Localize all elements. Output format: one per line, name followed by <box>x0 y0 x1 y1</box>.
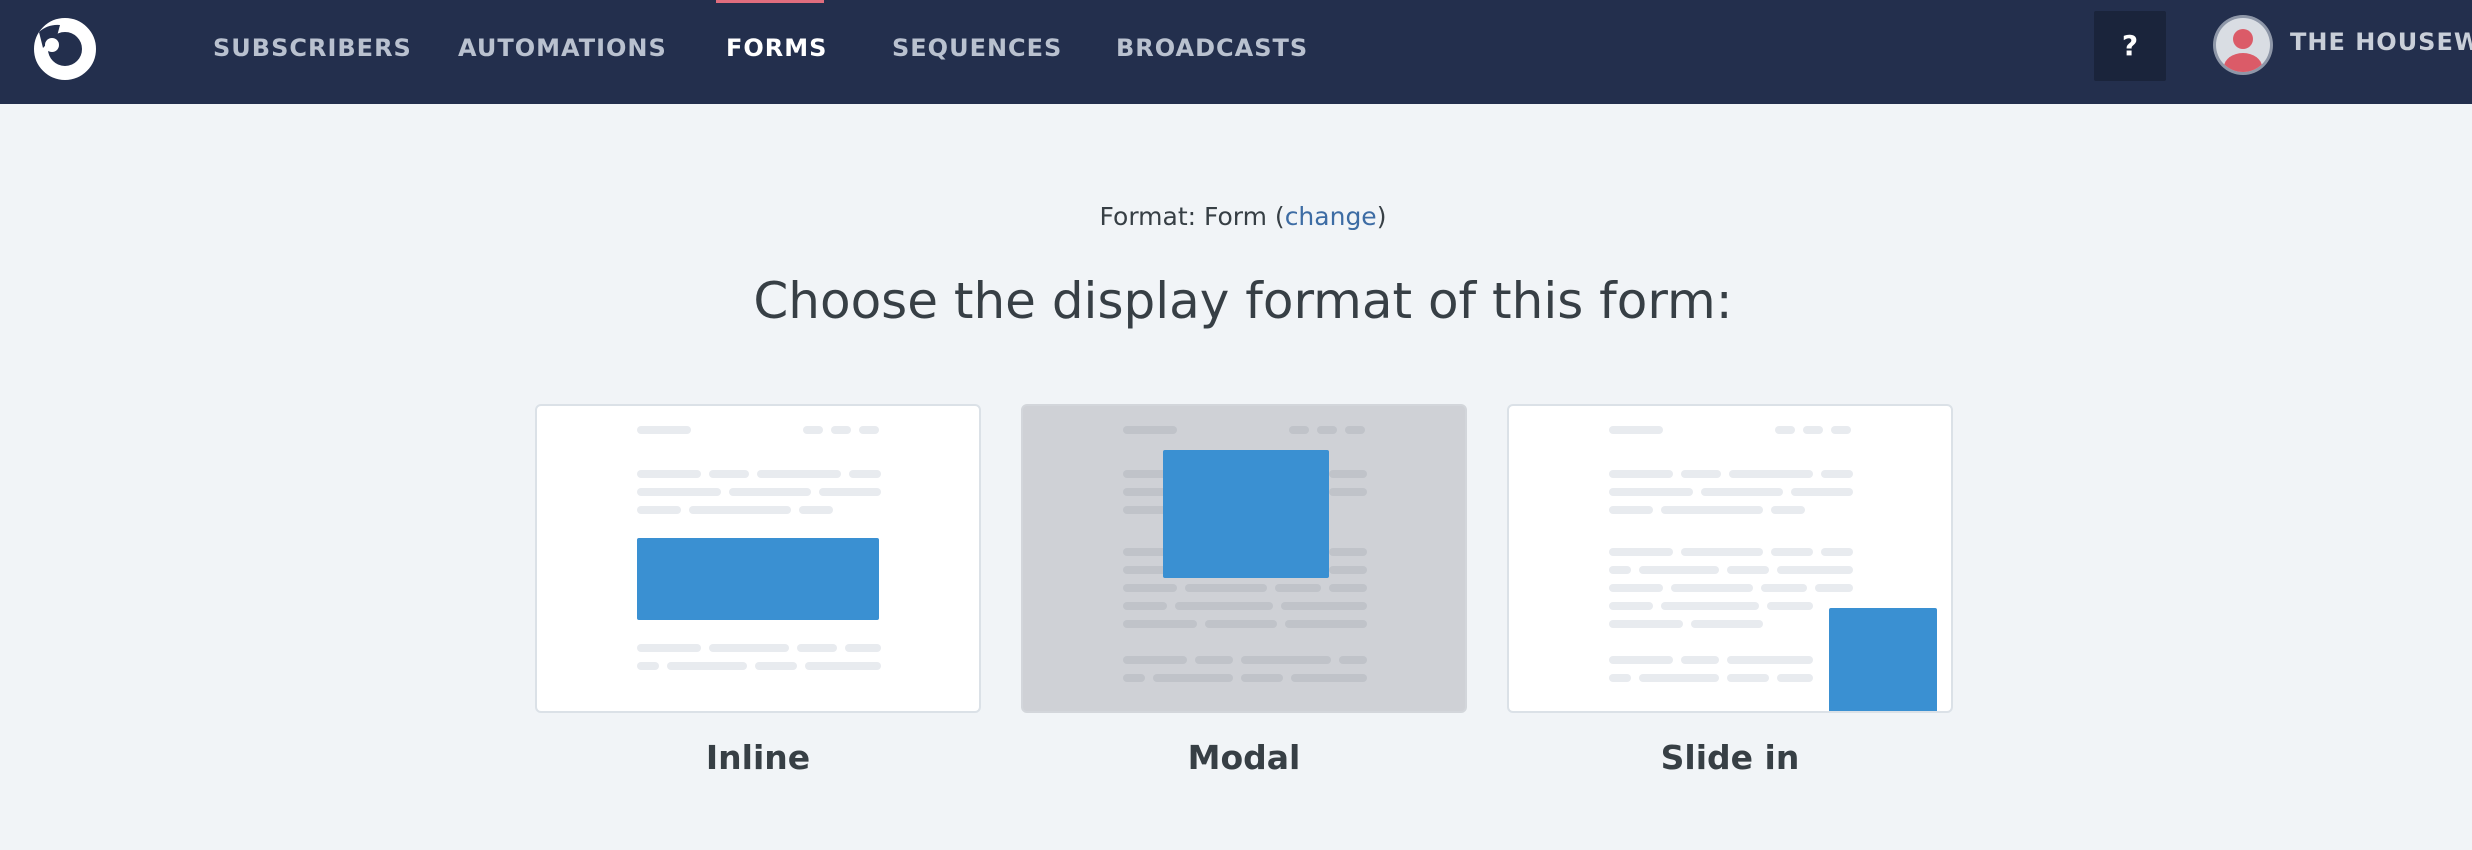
modal-option-card[interactable] <box>1021 404 1467 713</box>
slide-in-option-card[interactable] <box>1507 404 1953 713</box>
user-avatar-icon[interactable] <box>2212 14 2274 76</box>
format-prefix: Format: Form ( <box>1099 202 1285 231</box>
inline-option-card[interactable] <box>535 404 981 713</box>
slide-in-option-label[interactable]: Slide in <box>1507 738 1953 777</box>
account-name[interactable]: THE HOUSEWIF <box>2290 28 2472 56</box>
modal-option-label[interactable]: Modal <box>1021 738 1467 777</box>
format-line: Format: Form (change) <box>0 202 2472 231</box>
slide-in-form-preview <box>1609 426 1937 711</box>
nav-subscribers[interactable]: SUBSCRIBERS <box>213 0 412 104</box>
nav-automations[interactable]: AUTOMATIONS <box>458 0 667 104</box>
modal-form-preview <box>1123 426 1367 682</box>
inline-form-preview <box>637 426 881 670</box>
top-navigation-bar: SUBSCRIBERS AUTOMATIONS FORMS SEQUENCES … <box>0 0 2472 104</box>
convertkit-logo-icon[interactable] <box>30 18 100 80</box>
nav-forms[interactable]: FORMS <box>726 0 827 104</box>
page-title: Choose the display format of this form: <box>753 272 1733 330</box>
format-suffix: ) <box>1376 202 1387 231</box>
change-format-link[interactable]: change <box>1285 202 1377 231</box>
nav-broadcasts[interactable]: BROADCASTS <box>1116 0 1308 104</box>
inline-option-label[interactable]: Inline <box>535 738 981 777</box>
help-button[interactable]: ? <box>2094 11 2166 81</box>
nav-sequences[interactable]: SEQUENCES <box>892 0 1062 104</box>
